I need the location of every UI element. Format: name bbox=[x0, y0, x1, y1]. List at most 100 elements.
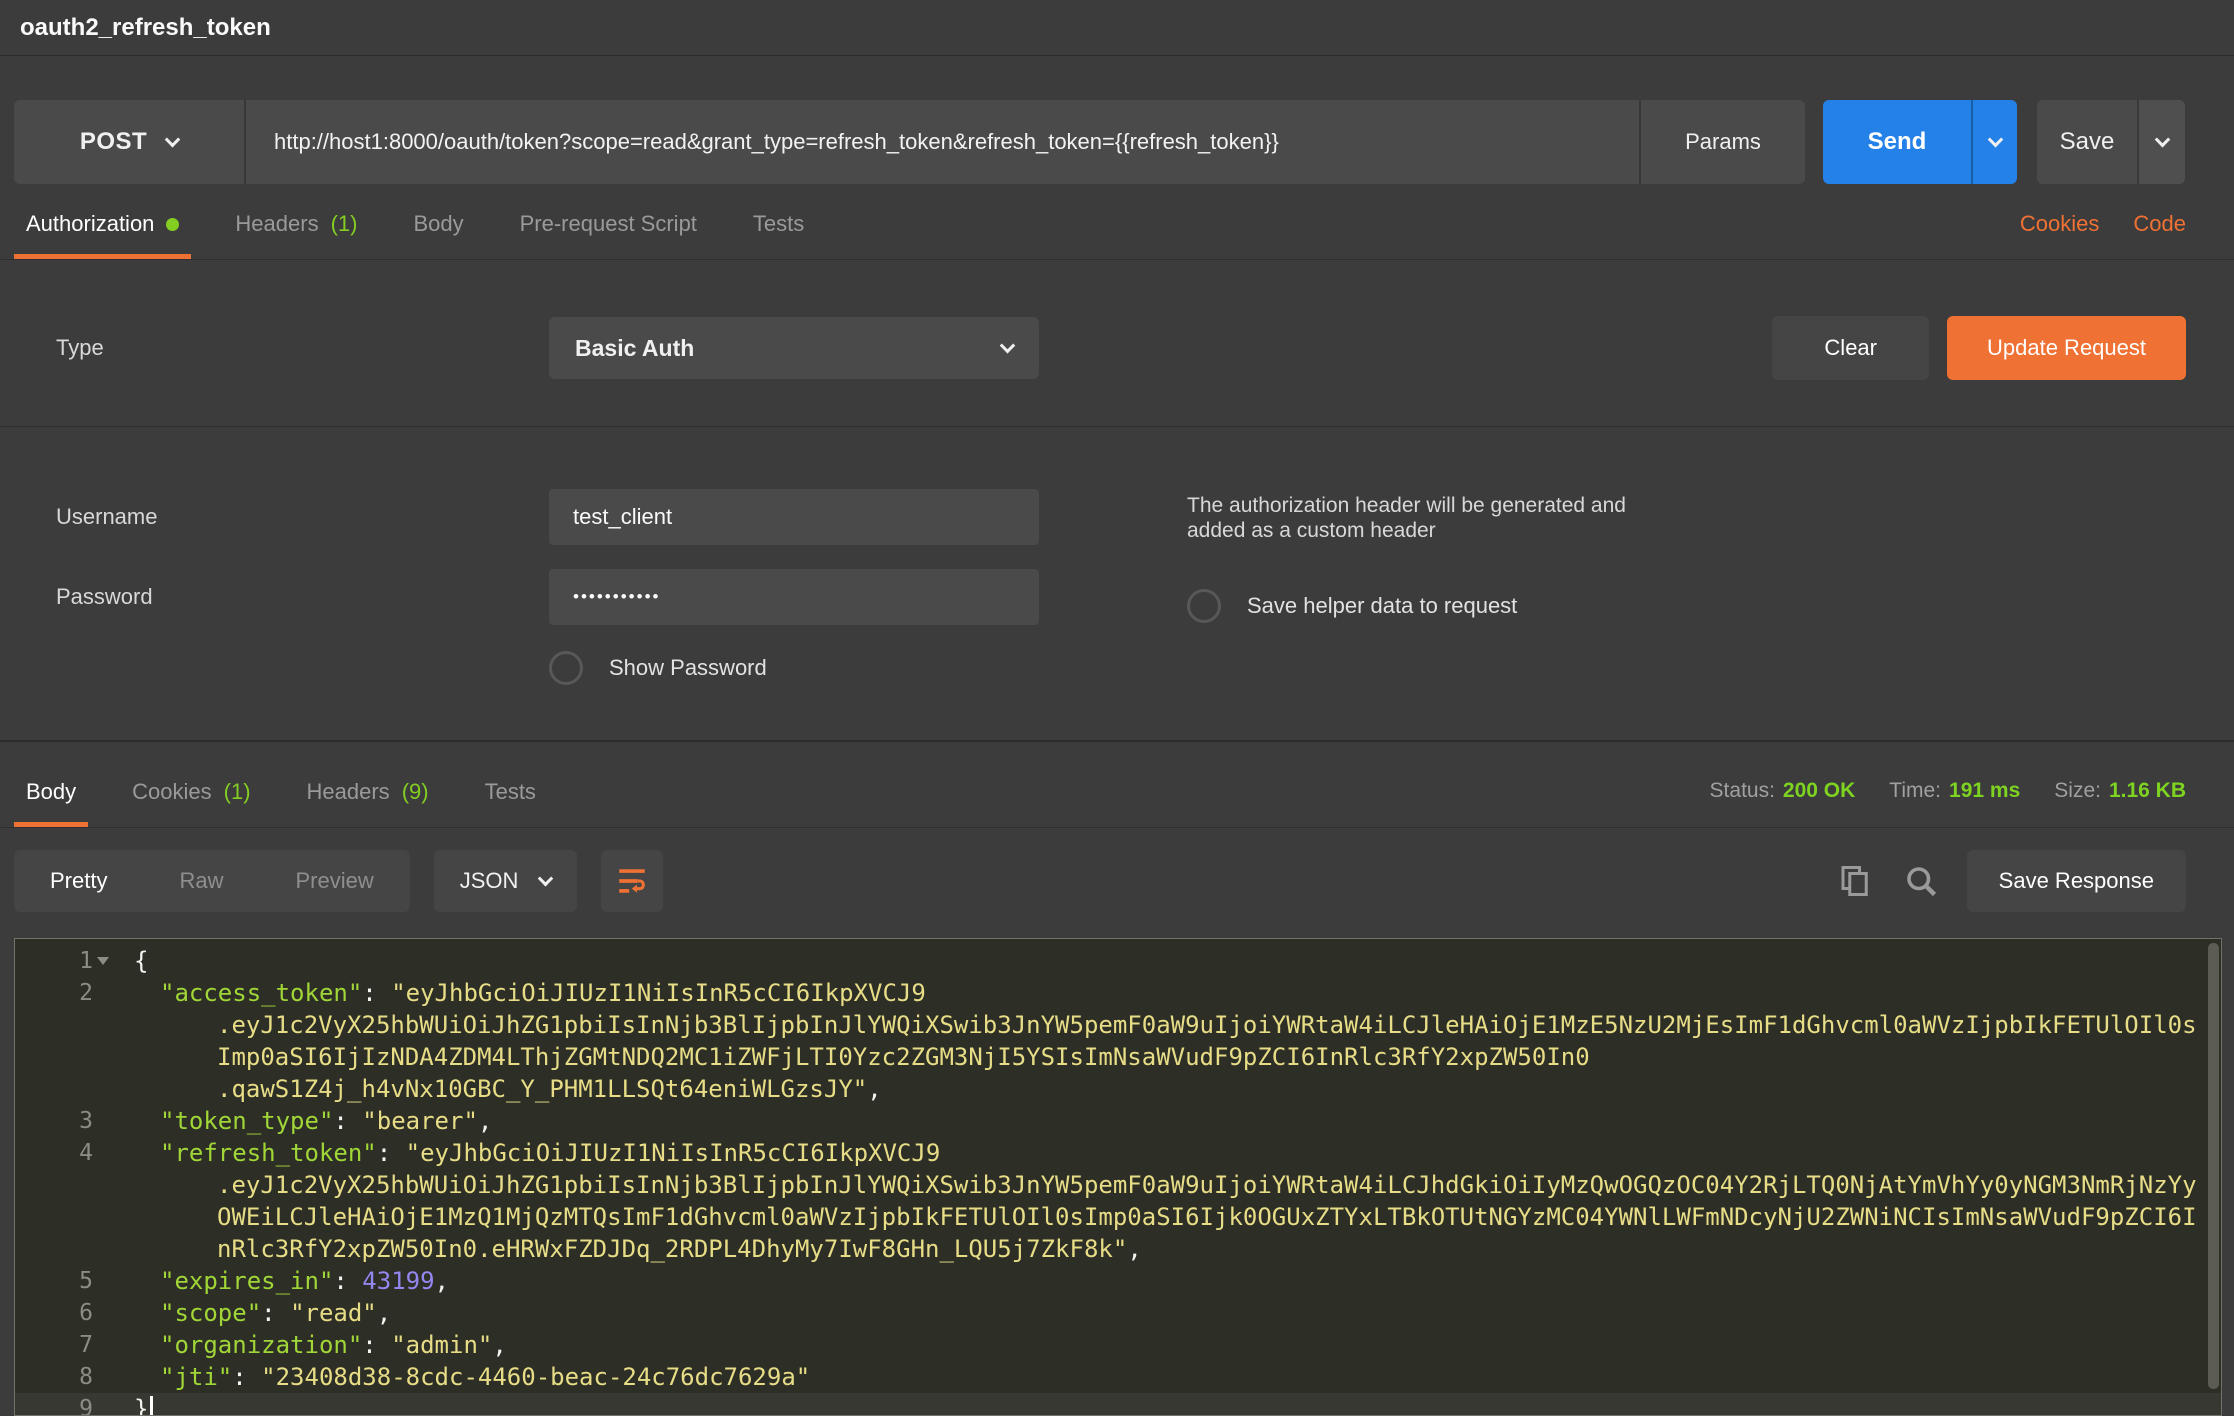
status-value: 200 OK bbox=[1783, 779, 1855, 802]
cookies-link[interactable]: Cookies bbox=[2020, 211, 2099, 237]
type-label: Type bbox=[56, 335, 549, 361]
save-options-button[interactable] bbox=[2137, 100, 2185, 184]
save-helper-checkbox[interactable] bbox=[1187, 589, 1221, 623]
clear-button[interactable]: Clear bbox=[1772, 316, 1929, 380]
code-line: 3"token_type": "bearer", bbox=[15, 1105, 2221, 1137]
code-line: 9} bbox=[15, 1393, 2221, 1416]
method-label: POST bbox=[80, 128, 147, 156]
auth-active-dot-icon bbox=[166, 218, 179, 231]
fold-caret-icon[interactable] bbox=[97, 957, 109, 965]
url-input[interactable]: http://host1:8000/oauth/token?scope=read… bbox=[244, 100, 1639, 184]
time-value: 191 ms bbox=[1949, 779, 2020, 802]
response-tab-body[interactable]: Body bbox=[14, 779, 88, 827]
show-password-row: Show Password bbox=[549, 651, 1131, 685]
line-number-gutter bbox=[15, 1009, 112, 1041]
line-number-gutter bbox=[15, 1073, 112, 1105]
response-format-value: JSON bbox=[460, 868, 519, 894]
line-number-gutter bbox=[15, 1233, 112, 1265]
password-row: Password ••••••••••• bbox=[56, 569, 1131, 625]
code-line: nRlc3RfY2xpZW50In0.eHRWxFZDJDq_2RDPL4Dhy… bbox=[15, 1233, 2221, 1265]
response-toolbar: Pretty Raw Preview JSON Save Res bbox=[0, 850, 2234, 912]
update-request-button[interactable]: Update Request bbox=[1947, 316, 2186, 380]
save-split-button: Save bbox=[2037, 100, 2185, 184]
line-number-gutter: 8 bbox=[15, 1361, 112, 1393]
response-format-select[interactable]: JSON bbox=[434, 850, 578, 912]
response-tab-cookies[interactable]: Cookies (1) bbox=[120, 779, 262, 827]
username-field[interactable]: test_client bbox=[549, 489, 1039, 545]
size-value: 1.16 KB bbox=[2109, 779, 2186, 802]
code-link[interactable]: Code bbox=[2133, 211, 2186, 237]
response-editor-code: 1{2"access_token": "eyJhbGciOiJIUzI1NiIs… bbox=[15, 945, 2221, 1416]
line-number-gutter: 9 bbox=[15, 1393, 112, 1416]
editor-scrollbar-thumb[interactable] bbox=[2208, 943, 2219, 1389]
method-select[interactable]: POST bbox=[14, 100, 244, 184]
save-button[interactable]: Save bbox=[2037, 100, 2137, 184]
chevron-down-icon bbox=[1987, 131, 2003, 147]
line-number-gutter bbox=[15, 1041, 112, 1073]
send-split-button: Send bbox=[1823, 100, 2017, 184]
line-number-gutter: 2 bbox=[15, 977, 112, 1009]
auth-type-row: Type Basic Auth Clear Update Request bbox=[56, 316, 2186, 380]
code-line: .eyJ1c2VyX25hbWUiOiJhZG1pbiIsInNjb3BlIjp… bbox=[15, 1009, 2221, 1041]
chevron-down-icon bbox=[1000, 337, 1016, 353]
chevron-down-icon bbox=[538, 870, 554, 886]
password-label: Password bbox=[56, 584, 549, 610]
code-line: 8"jti": "23408d38-8cdc-4460-beac-24c76dc… bbox=[15, 1361, 2221, 1393]
divider bbox=[0, 426, 2234, 427]
line-number-gutter bbox=[15, 1201, 112, 1233]
password-field[interactable]: ••••••••••• bbox=[549, 569, 1039, 625]
response-editor[interactable]: 1{2"access_token": "eyJhbGciOiJIUzI1NiIs… bbox=[14, 938, 2222, 1416]
show-password-checkbox[interactable] bbox=[549, 651, 583, 685]
copy-button[interactable] bbox=[1835, 861, 1875, 901]
text-cursor bbox=[150, 1396, 153, 1416]
auth-body: Username test_client Password ••••••••••… bbox=[56, 489, 2186, 685]
view-mode-segmented-control: Pretty Raw Preview bbox=[14, 850, 410, 912]
chevron-down-icon bbox=[2154, 131, 2170, 147]
authorization-panel: Type Basic Auth Clear Update Request Use… bbox=[0, 260, 2234, 685]
save-response-button[interactable]: Save Response bbox=[1967, 850, 2186, 912]
auth-type-value: Basic Auth bbox=[575, 335, 694, 362]
password-value: ••••••••••• bbox=[573, 587, 660, 607]
auth-buttons: Clear Update Request bbox=[1772, 316, 2186, 380]
tab-body[interactable]: Body bbox=[401, 211, 475, 259]
response-tab-tests[interactable]: Tests bbox=[473, 779, 548, 827]
view-pretty-button[interactable]: Pretty bbox=[14, 868, 143, 894]
tab-tests[interactable]: Tests bbox=[741, 211, 816, 259]
status-badge: Status:200 OK bbox=[1710, 779, 1856, 803]
params-button[interactable]: Params bbox=[1639, 100, 1805, 184]
cookies-count-badge: (1) bbox=[224, 779, 251, 805]
line-number-gutter: 5 bbox=[15, 1265, 112, 1297]
line-number-gutter bbox=[15, 1169, 112, 1201]
request-title: oauth2_refresh_token bbox=[20, 14, 2234, 42]
view-raw-button[interactable]: Raw bbox=[143, 868, 259, 894]
search-icon bbox=[1903, 863, 1939, 899]
send-options-button[interactable] bbox=[1971, 100, 2017, 184]
code-line: OWEiLCJleHAiOjE1MzQ1MjQzMTQsImF1dGhvcml0… bbox=[15, 1201, 2221, 1233]
line-number-gutter: 3 bbox=[15, 1105, 112, 1137]
response-tab-headers[interactable]: Headers (9) bbox=[295, 779, 441, 827]
code-line: 7"organization": "admin", bbox=[15, 1329, 2221, 1361]
line-number-gutter: 1 bbox=[15, 945, 112, 977]
search-button[interactable] bbox=[1901, 861, 1941, 901]
tab-prerequest-script[interactable]: Pre-request Script bbox=[508, 211, 709, 259]
wrap-text-button[interactable] bbox=[601, 850, 663, 912]
code-line: .qawS1Z4j_h4vNx10GBC_Y_PHM1LLSQt64eniWLG… bbox=[15, 1073, 2221, 1105]
response-tabs: Body Cookies (1) Headers (9) Tests Statu… bbox=[0, 742, 2234, 828]
send-button[interactable]: Send bbox=[1823, 100, 1971, 184]
tab-authorization[interactable]: Authorization bbox=[14, 211, 191, 259]
username-label: Username bbox=[56, 504, 549, 530]
save-helper-label: Save helper data to request bbox=[1247, 593, 1517, 619]
username-value: test_client bbox=[573, 504, 672, 530]
code-line: 1{ bbox=[15, 945, 2221, 977]
auth-type-select[interactable]: Basic Auth bbox=[549, 317, 1039, 379]
save-helper-row: Save helper data to request bbox=[1187, 589, 1667, 623]
auth-credentials: Username test_client Password ••••••••••… bbox=[56, 489, 1131, 685]
code-line: Imp0aSI6IjIzNDA4ZDM4LThjZGMtNDQ2MC1iZWFj… bbox=[15, 1041, 2221, 1073]
line-number-gutter: 4 bbox=[15, 1137, 112, 1169]
url-value: http://host1:8000/oauth/token?scope=read… bbox=[274, 129, 1279, 155]
view-preview-button[interactable]: Preview bbox=[259, 868, 409, 894]
line-number-gutter: 6 bbox=[15, 1297, 112, 1329]
response-icon-buttons: Save Response bbox=[1835, 850, 2186, 912]
tab-headers[interactable]: Headers (1) bbox=[223, 211, 369, 259]
url-group: POST http://host1:8000/oauth/token?scope… bbox=[14, 100, 1805, 184]
